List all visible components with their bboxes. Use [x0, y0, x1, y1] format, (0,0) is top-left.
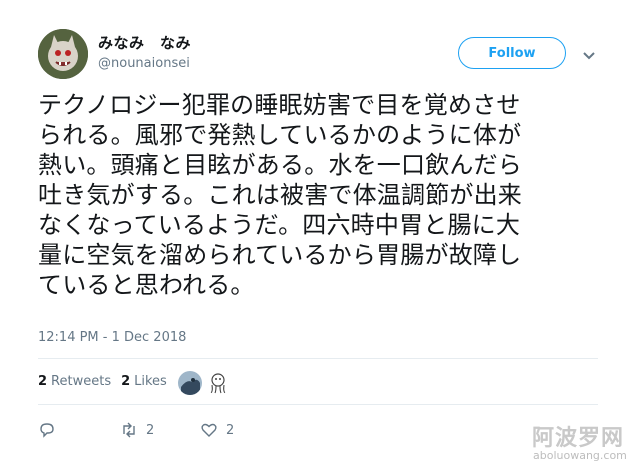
tweet-text-line: 熱い。頭痛と目眩がある。水を一口飲んだら [38, 151, 522, 179]
retweets-label: Retweets [51, 374, 112, 389]
tweet-text-line: られる。風邪で発熱しているかのように体が [38, 121, 522, 149]
like-button[interactable]: 2 [200, 421, 234, 439]
avatar[interactable] [38, 29, 88, 79]
tweet-text-line: なくなっているようだ。四六時中胃と腸に大 [38, 211, 521, 239]
tweet-text-line: 吐き気がする。これは被害で体温調節が出来 [38, 181, 522, 209]
retweet-count: 2 [146, 422, 155, 438]
follow-button[interactable]: Follow [458, 37, 566, 69]
likes-count: 2 [121, 374, 131, 389]
tweet-text: テクノロジー犯罪の睡眠妨害で目を覚めさせ られる。風邪で発熱しているかのように体… [38, 90, 618, 300]
watermark-text: 阿波罗网 [532, 426, 625, 451]
watermark-url: aboluowang.com [533, 449, 627, 462]
reply-icon [40, 423, 54, 438]
likes-stat[interactable]: 2 Likes [121, 374, 167, 389]
user-handle[interactable]: @nounaionsei [98, 56, 190, 71]
heart-icon [201, 423, 217, 437]
tweet-text-line: テクノロジー犯罪の睡眠妨害で目を覚めさせ [38, 91, 521, 119]
tweet-text-line: 量に空気を溜められているから胃腸が故障し [38, 241, 522, 269]
liker-avatar[interactable] [206, 371, 230, 395]
reply-button[interactable] [38, 421, 120, 439]
divider [38, 358, 598, 359]
liker-avatars [178, 371, 234, 395]
tweet-text-line: ていると思われる。 [38, 271, 255, 299]
tweet-timestamp[interactable]: 12:14 PM - 1 Dec 2018 [38, 330, 186, 345]
retweets-count: 2 [38, 374, 48, 389]
chevron-down-icon[interactable] [582, 46, 596, 60]
likes-label: Likes [134, 374, 167, 389]
divider [38, 404, 598, 405]
like-count: 2 [226, 422, 235, 438]
retweet-button[interactable]: 2 [120, 421, 200, 439]
liker-avatar[interactable] [178, 371, 202, 395]
display-name[interactable]: みなみ なみ [98, 32, 191, 53]
tweet-stats: 2 Retweets 2 Likes [38, 374, 177, 389]
retweet-icon [123, 422, 135, 438]
tweet-actions: 2 2 [38, 421, 234, 439]
retweets-stat[interactable]: 2 Retweets [38, 374, 111, 389]
